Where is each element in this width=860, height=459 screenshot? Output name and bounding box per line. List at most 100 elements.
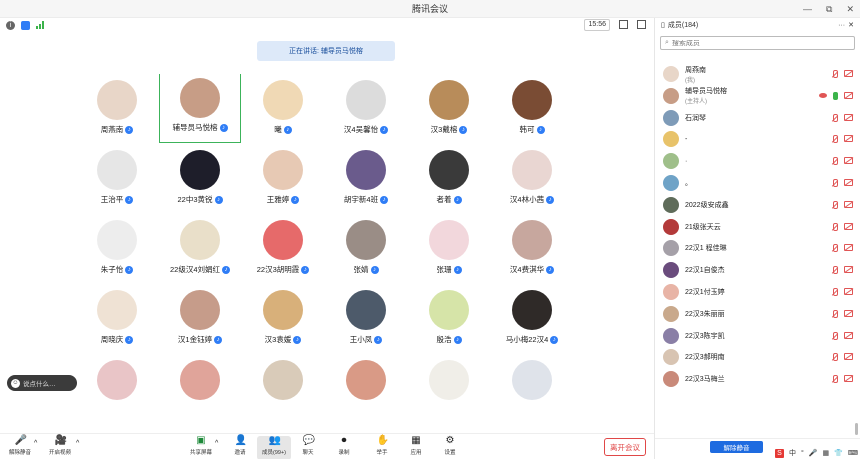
leave-meeting-button[interactable]: 离开会议 — [604, 438, 646, 456]
participant-tile[interactable]: 汉3袁媛 ♪ — [242, 284, 324, 354]
member-row[interactable]: 22汉3郝明南 — [663, 347, 853, 367]
camera-off-icon[interactable] — [844, 331, 853, 339]
camera-off-icon[interactable] — [844, 266, 853, 274]
video-options-chevron-icon[interactable]: ^ — [76, 440, 79, 447]
mic-options-chevron-icon[interactable]: ^ — [34, 440, 37, 447]
member-row[interactable]: 石润琴 — [663, 108, 853, 128]
mic-muted-icon[interactable] — [831, 179, 838, 187]
participant-tile[interactable]: 韩可 ♪ — [491, 74, 573, 144]
shield-icon[interactable] — [21, 20, 30, 30]
panel-scrollbar[interactable] — [855, 423, 858, 435]
fullscreen-icon[interactable] — [619, 20, 628, 29]
participant-tile[interactable]: 辅导员马悦榕 ♪ — [159, 74, 241, 143]
mic-muted-icon[interactable] — [831, 135, 838, 144]
mic-muted-icon[interactable] — [831, 353, 838, 362]
participant-tile[interactable]: 周晓庆 ♪ — [76, 284, 158, 354]
restore-icon[interactable]: ⧉ — [826, 4, 832, 15]
participant-tile[interactable]: 朱子怡 ♪ — [76, 214, 158, 284]
camera-off-icon[interactable] — [844, 375, 853, 383]
camera-off-icon[interactable] — [844, 135, 853, 143]
participant-tile[interactable]: 殷浩 ♪ — [408, 284, 490, 354]
participant-tile[interactable] — [325, 354, 407, 424]
member-row[interactable]: 辅导员马悦榕 (主持人) — [663, 86, 853, 106]
ime-keyboard-grid-icon[interactable]: ▦ — [823, 449, 830, 457]
mic-muted-icon[interactable] — [831, 266, 838, 275]
participant-tile[interactable]: 曦 ♪ — [242, 74, 324, 144]
participant-tile[interactable]: 22汉3胡明霞 ♪ — [242, 214, 324, 284]
camera-off-icon[interactable] — [844, 353, 853, 361]
camera-off-icon[interactable] — [844, 309, 853, 317]
share-screen-button[interactable]: ▣ 共享屏幕 — [186, 436, 216, 459]
ime-chinese-toggle[interactable]: 中 — [789, 448, 796, 458]
mic-on-icon[interactable] — [833, 91, 838, 100]
sogou-icon[interactable]: S — [775, 448, 784, 458]
members-button[interactable]: 👥 成员(99+) — [257, 436, 291, 459]
participant-tile[interactable]: 汉3戴榕 ♪ — [408, 74, 490, 144]
start-video-button[interactable]: 🎥 开启视频 — [45, 436, 75, 459]
unmute-all-button[interactable]: 解除静音 — [710, 441, 763, 453]
participant-tile[interactable]: 王雅婷 ♪ — [242, 144, 324, 214]
close-icon[interactable]: ✕ — [846, 4, 854, 15]
camera-off-icon[interactable] — [844, 179, 853, 186]
mic-muted-icon[interactable] — [831, 113, 838, 122]
member-row[interactable]: 21级张天云 — [663, 217, 853, 237]
member-row[interactable]: · — [663, 151, 853, 171]
participant-tile[interactable]: 汉4吴馨怡 ♪ — [325, 74, 407, 144]
record-button[interactable]: ⏺ 录制 — [329, 436, 359, 459]
mic-muted-icon[interactable] — [831, 309, 838, 318]
mic-muted-icon[interactable] — [831, 375, 838, 384]
chat-button[interactable]: 💬 聊天 — [293, 436, 323, 459]
participant-tile[interactable]: 者着 ♪ — [408, 144, 490, 214]
camera-off-icon[interactable] — [844, 222, 853, 230]
mic-muted-icon[interactable] — [831, 222, 838, 231]
signal-icon[interactable] — [36, 21, 46, 29]
member-row[interactable]: 22汉3马梅兰 — [663, 369, 853, 389]
participant-tile[interactable] — [242, 354, 324, 424]
minimize-icon[interactable]: — — [803, 4, 812, 14]
panel-layout-icon[interactable]: ▯ — [661, 21, 665, 29]
member-row[interactable]: 22汉3陈宇凯 — [663, 326, 853, 346]
member-row[interactable]: 2022级安成鑫 — [663, 195, 853, 215]
member-row[interactable]: 22汉1 程佳琳 — [663, 238, 853, 258]
share-options-chevron-icon[interactable]: ^ — [215, 440, 218, 447]
member-row[interactable]: 。 — [663, 173, 853, 193]
participant-tile[interactable]: 张婧 ♪ — [325, 214, 407, 284]
info-icon[interactable]: i — [6, 20, 15, 30]
camera-off-icon[interactable] — [844, 157, 853, 165]
raise-hand-button[interactable]: ✋ 举手 — [367, 436, 397, 459]
ime-punct-icon[interactable]: ° — [801, 450, 804, 457]
chat-input[interactable]: ☺ 说点什么… — [7, 375, 77, 391]
participant-tile[interactable]: 22级汉4刘娟红 ♪ — [159, 214, 241, 284]
participant-tile[interactable]: 22中3黄锐 ♪ — [159, 144, 241, 214]
camera-off-icon[interactable] — [844, 70, 853, 77]
member-row[interactable]: - — [663, 129, 853, 149]
participant-tile[interactable] — [408, 354, 490, 424]
participant-tile[interactable]: 汉1金钰婷 ♪ — [159, 284, 241, 354]
participant-tile[interactable]: 王小凤 ♪ — [325, 284, 407, 354]
mic-muted-icon[interactable] — [831, 200, 838, 209]
participant-tile[interactable] — [76, 354, 158, 424]
mic-muted-icon[interactable] — [831, 244, 838, 253]
mic-muted-icon[interactable] — [831, 157, 838, 166]
member-row[interactable]: 22汉1自俊杰 — [663, 260, 853, 280]
mic-muted-icon[interactable] — [831, 288, 838, 296]
mic-muted-icon[interactable] — [831, 70, 838, 78]
participant-tile[interactable]: 周燕南 ♪ — [76, 74, 158, 144]
participant-tile[interactable] — [159, 354, 241, 424]
participant-tile[interactable]: 汉4林小茜 ♪ — [491, 144, 573, 214]
unmute-button[interactable]: 🎤 解除静音 — [5, 436, 35, 459]
ime-keyboard-icon[interactable]: ⌨ — [848, 449, 858, 457]
panel-close-icon[interactable]: ✕ — [848, 21, 854, 29]
member-row[interactable]: 22汉3朱丽丽 — [663, 304, 853, 324]
participant-tile[interactable]: 张珊 ♪ — [408, 214, 490, 284]
camera-off-icon[interactable] — [844, 113, 853, 121]
layout-icon[interactable] — [637, 20, 646, 29]
member-search[interactable]: ⌕ — [660, 36, 855, 50]
participant-tile[interactable]: 汉4费淇华 ♪ — [491, 214, 573, 284]
participant-tile[interactable] — [491, 354, 573, 424]
apps-button[interactable]: ▦ 应用 — [401, 436, 431, 459]
search-input[interactable] — [671, 39, 822, 47]
eye-icon[interactable] — [819, 92, 827, 98]
ime-voice-icon[interactable]: 🎤 — [809, 449, 818, 457]
more-icon[interactable]: ··· — [838, 22, 845, 29]
